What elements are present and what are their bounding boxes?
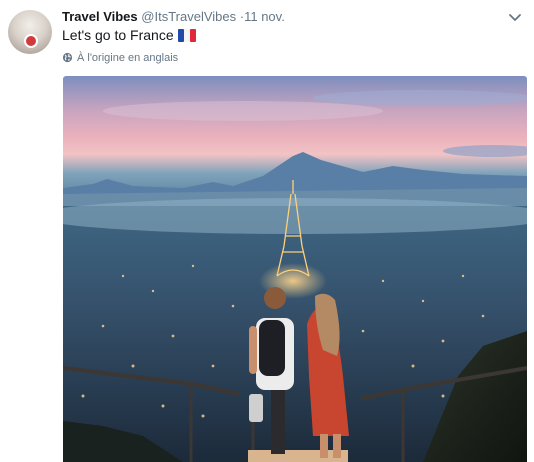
tweet-header: Travel Vibes @ItsTravelVibes ·11 nov. xyxy=(62,8,285,26)
translation-label: À l'origine en anglais xyxy=(77,52,179,64)
translation-link[interactable]: À l'origine en anglais xyxy=(62,51,178,65)
tweet-card: Travel Vibes @ItsTravelVibes ·11 nov. Le… xyxy=(0,0,534,462)
tweet-timestamp[interactable]: 11 nov. xyxy=(244,9,285,24)
avatar-badge xyxy=(26,36,36,46)
display-name[interactable]: Travel Vibes xyxy=(62,9,138,24)
tweet-body: Let's go to France xyxy=(62,27,174,43)
paris-view-photo xyxy=(63,76,527,462)
globe-icon xyxy=(62,52,73,63)
tweet-text: Let's go to France xyxy=(62,26,196,44)
tweet-photo[interactable] xyxy=(63,76,527,462)
avatar[interactable] xyxy=(8,10,52,54)
france-flag-icon xyxy=(177,29,196,42)
user-handle[interactable]: @ItsTravelVibes xyxy=(141,9,236,24)
chevron-down-icon[interactable] xyxy=(506,8,524,26)
